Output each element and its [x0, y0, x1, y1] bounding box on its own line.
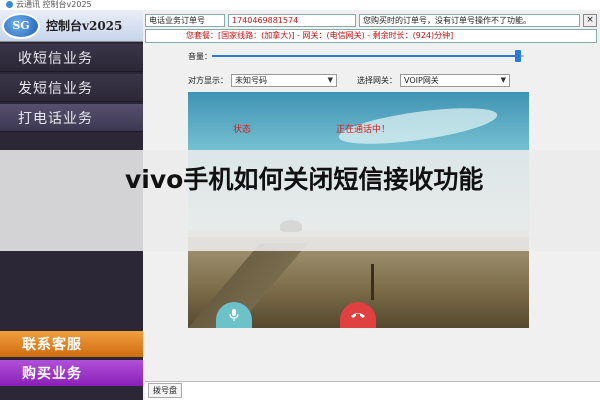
order-label: 电话业务订单号: [145, 13, 225, 27]
window-title: 云通讯 控制台v2025: [16, 0, 92, 9]
chevron-down-icon: ▼: [500, 75, 506, 84]
sidebar-item-call[interactable]: 打电话业务: [0, 104, 143, 132]
volume-slider[interactable]: [212, 50, 524, 62]
logo-badge: SG: [2, 12, 40, 39]
bottom-tab-strip: [145, 381, 600, 400]
volume-fill: [212, 55, 518, 57]
logo-text: 控制台v2025: [46, 19, 123, 33]
selector-row: 对方显示： 未知号码 ▼ 选择网关： VOIP网关 ▼: [188, 73, 528, 87]
gateway-value: VOIP网关: [404, 75, 439, 85]
order-notice: 您购买时的订单号，没有订单号操作不了功能。: [359, 13, 580, 27]
gateway-select[interactable]: VOIP网关 ▼: [400, 73, 510, 87]
background-post: [371, 264, 374, 300]
microphone-icon: [229, 309, 239, 321]
caller-display-value: 未知号码: [235, 75, 267, 85]
sidebar-item-send-sms[interactable]: 发短信业务: [0, 74, 143, 102]
caller-display-select[interactable]: 未知号码 ▼: [231, 73, 337, 87]
overlay-title: vivo手机如何关闭短信接收功能: [125, 165, 484, 194]
contact-service-button[interactable]: 联系客服: [0, 331, 143, 357]
call-status-value: 正在通话中！: [336, 125, 391, 135]
order-input[interactable]: 1740469881574: [228, 13, 356, 27]
call-status-label: 状态: [233, 125, 252, 135]
sidebar-item-receive-sms[interactable]: 收短信业务: [0, 44, 143, 72]
order-row: 电话业务订单号 1740469881574 您购买时的订单号，没有订单号操作不了…: [145, 12, 597, 28]
buy-service-button[interactable]: 购买业务: [0, 360, 143, 386]
volume-thumb[interactable]: [515, 50, 521, 62]
volume-label: 音量：: [188, 52, 212, 61]
caller-display-label: 对方显示：: [188, 75, 228, 85]
window-title-bar: 云通讯 控制台v2025: [0, 0, 600, 10]
app-icon: [6, 1, 13, 8]
tab-dialpad[interactable]: 拨号盘: [148, 383, 182, 398]
gateway-label: 选择网关：: [357, 75, 397, 85]
plan-info: 您套餐：[国家线路：(加拿大)] - 网关：(电信网关) - 剩余时长：(924…: [145, 29, 597, 43]
close-button[interactable]: ×: [583, 13, 597, 27]
chevron-down-icon: ▼: [327, 75, 333, 84]
logo-bar: SG 控制台v2025: [0, 10, 143, 42]
phone-hangup-icon: [351, 313, 365, 318]
